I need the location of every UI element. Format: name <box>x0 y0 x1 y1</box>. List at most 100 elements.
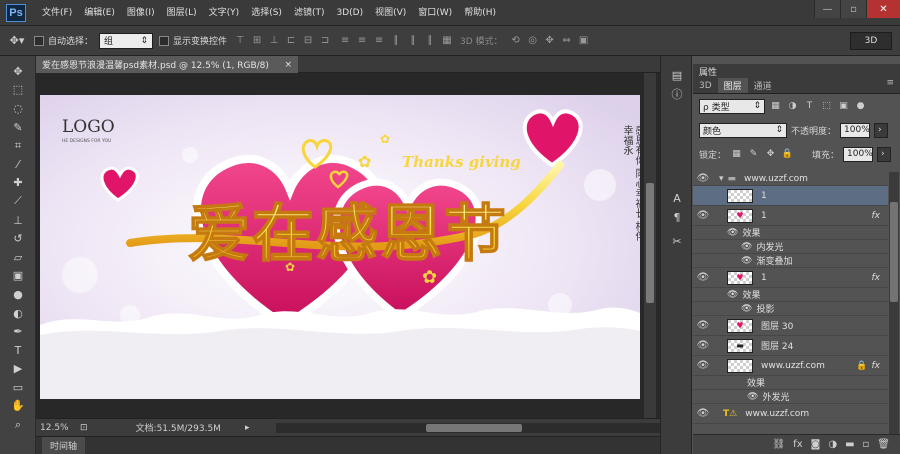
3d-orbit-icon[interactable]: ⟲ <box>509 35 523 46</box>
properties-tab[interactable]: 属性 <box>693 64 900 78</box>
layer-row[interactable]: 👁 ♥ 1 fx <box>693 206 888 226</box>
visibility-eye-icon[interactable]: 👁 <box>693 340 713 351</box>
distribute-left-icon[interactable]: ∥ <box>389 35 403 46</box>
gradient-tool-icon[interactable]: ▣ <box>0 267 36 286</box>
panel-menu-icon[interactable]: ≡ <box>886 78 900 93</box>
canvas-vertical-scrollbar-thumb[interactable] <box>646 183 654 303</box>
align-top-icon[interactable]: ⊤ <box>233 35 247 46</box>
layer-fx-badge[interactable]: fx <box>872 211 881 221</box>
restore-button[interactable]: ▫ <box>840 0 866 18</box>
filter-adjust-icon[interactable]: ◑ <box>786 100 799 113</box>
effect-eye-icon[interactable]: 👁 <box>741 242 752 252</box>
marquee-tool-icon[interactable]: ⬚ <box>0 81 36 100</box>
menu-select[interactable]: 选择(S) <box>245 0 288 26</box>
layer-fx-badge[interactable]: fx <box>872 361 881 371</box>
layer-row[interactable]: 👁 www.uzzf.com 🔒 fx <box>693 356 888 376</box>
lock-transparent-icon[interactable]: ▦ <box>730 148 743 161</box>
stamp-tool-icon[interactable]: ⊥ <box>0 211 36 230</box>
align-left-icon[interactable]: ⊏ <box>284 35 298 46</box>
filter-pixel-icon[interactable]: ▦ <box>769 100 782 113</box>
crop-tool-icon[interactable]: ⌗ <box>0 136 36 155</box>
canvas-area[interactable]: ✿ ✿ ✿ ✿ 爱在感恩节 Thanks giving LOGO HE DESI… <box>36 73 660 418</box>
status-share-icon[interactable]: ⊡ <box>80 423 88 433</box>
layer-filter-dropdown[interactable]: ρ 类型 ⇕ <box>699 98 765 114</box>
eyedropper-tool-icon[interactable]: ⁄ <box>0 155 36 174</box>
filter-smart-icon[interactable]: ▣ <box>837 100 850 113</box>
zoom-level[interactable]: 12.5% <box>36 423 76 433</box>
dock-character-icon[interactable]: A <box>661 189 693 208</box>
effects-eye-icon[interactable]: 👁 <box>727 228 738 238</box>
menu-filter[interactable]: 滤镜(T) <box>288 0 331 26</box>
distribute-bottom-icon[interactable]: ≡ <box>372 35 386 46</box>
layer-row[interactable]: 👁 ♥ 图层 30 <box>693 316 888 336</box>
fill-slider-button[interactable]: › <box>877 146 892 162</box>
move-tool-icon[interactable]: ✥ <box>0 62 36 81</box>
document-tab[interactable]: 爱在感恩节浪漫温馨psd素材.psd @ 12.5% (1, RGB/8) × <box>36 56 298 73</box>
3d-roll-icon[interactable]: ◎ <box>526 35 540 46</box>
hand-tool-icon[interactable]: ✋ <box>0 397 36 416</box>
menu-edit[interactable]: 编辑(E) <box>78 0 121 26</box>
tab-3d[interactable]: 3D <box>693 78 718 93</box>
auto-select-dropdown[interactable]: 组 ⇕ <box>99 32 154 49</box>
menu-view[interactable]: 视图(V) <box>369 0 412 26</box>
distribute-hcenter-icon[interactable]: ∥ <box>406 35 420 46</box>
lock-pixels-icon[interactable]: ✎ <box>747 148 760 161</box>
zoom-tool-icon[interactable]: ⌕ <box>0 415 36 434</box>
document-size[interactable]: 文档:51.5M/293.5M <box>136 421 221 434</box>
filter-toggle-icon[interactable]: ● <box>854 100 867 113</box>
status-menu-arrow-icon[interactable]: ▸ <box>245 423 250 433</box>
effects-eye-icon[interactable]: 👁 <box>727 290 738 300</box>
pen-tool-icon[interactable]: ✒ <box>0 322 36 341</box>
move-tool-preset-icon[interactable]: ✥▾ <box>6 31 28 51</box>
layer-row-selected[interactable]: 1 <box>693 186 888 206</box>
distribute-top-icon[interactable]: ≡ <box>338 35 352 46</box>
type-tool-icon[interactable]: T <box>0 341 36 360</box>
dodge-tool-icon[interactable]: ◐ <box>0 304 36 323</box>
blur-tool-icon[interactable]: ● <box>0 285 36 304</box>
shape-tool-icon[interactable]: ▭ <box>0 378 36 397</box>
align-right-icon[interactable]: ⊐ <box>318 35 332 46</box>
layer-list-scrollbar[interactable] <box>889 172 899 434</box>
artwork-canvas[interactable]: ✿ ✿ ✿ ✿ 爱在感恩节 Thanks giving LOGO HE DESI… <box>40 95 640 399</box>
timeline-tab[interactable]: 时间轴 <box>42 437 86 454</box>
align-bottom-icon[interactable]: ⊥ <box>267 35 281 46</box>
align-vcenter-icon[interactable]: ⊞ <box>250 35 264 46</box>
add-mask-icon[interactable]: ◙ <box>811 439 821 450</box>
add-style-icon[interactable]: fx <box>793 439 802 450</box>
dock-paragraph-icon[interactable]: ¶ <box>661 208 693 227</box>
lasso-tool-icon[interactable]: ◌ <box>0 99 36 118</box>
effects-row[interactable]: 👁 效果 <box>693 226 888 240</box>
effect-eye-icon[interactable]: 👁 <box>747 392 758 402</box>
visibility-eye-icon[interactable]: 👁 <box>693 173 713 184</box>
dock-tool-presets-icon[interactable]: ✂ <box>661 232 693 251</box>
eraser-tool-icon[interactable]: ▱ <box>0 248 36 267</box>
new-layer-icon[interactable]: ▫ <box>863 439 870 450</box>
close-button[interactable]: ✕ <box>866 0 900 18</box>
quick-select-tool-icon[interactable]: ✎ <box>0 118 36 137</box>
effect-row[interactable]: 👁 内发光 <box>693 240 888 254</box>
tab-channels[interactable]: 通道 <box>748 78 778 93</box>
menu-layer[interactable]: 图层(L) <box>161 0 203 26</box>
layer-row[interactable]: 👁 ▬ 图层 24 <box>693 336 888 356</box>
distribute-right-icon[interactable]: ∥ <box>423 35 437 46</box>
minimize-button[interactable]: — <box>814 0 840 18</box>
align-hcenter-icon[interactable]: ⊟ <box>301 35 315 46</box>
distribute-vcenter-icon[interactable]: ≡ <box>355 35 369 46</box>
document-tab-close-icon[interactable]: × <box>284 60 292 70</box>
canvas-horizontal-scrollbar[interactable] <box>276 423 660 433</box>
healing-brush-tool-icon[interactable]: ✚ <box>0 174 36 193</box>
layer-row-text[interactable]: 👁 T⚠ www.uzzf.com <box>693 404 888 424</box>
visibility-eye-icon[interactable]: 👁 <box>693 360 713 371</box>
effect-row[interactable]: 👁 渐变叠加 <box>693 254 888 268</box>
menu-window[interactable]: 窗口(W) <box>412 0 458 26</box>
brush-tool-icon[interactable]: ⟋ <box>0 192 36 211</box>
tab-layers[interactable]: 图层 <box>717 78 748 93</box>
auto-select-checkbox[interactable] <box>34 35 44 46</box>
layer-fx-badge[interactable]: fx <box>872 273 881 283</box>
effect-eye-icon[interactable]: 👁 <box>741 304 752 314</box>
3d-pan-icon[interactable]: ✥ <box>543 35 557 46</box>
effects-row[interactable]: 👁 效果 <box>693 288 888 302</box>
fill-input[interactable]: 100% <box>843 146 874 162</box>
new-adjustment-icon[interactable]: ◑ <box>828 439 837 450</box>
new-group-icon[interactable]: ▬ <box>845 439 854 450</box>
